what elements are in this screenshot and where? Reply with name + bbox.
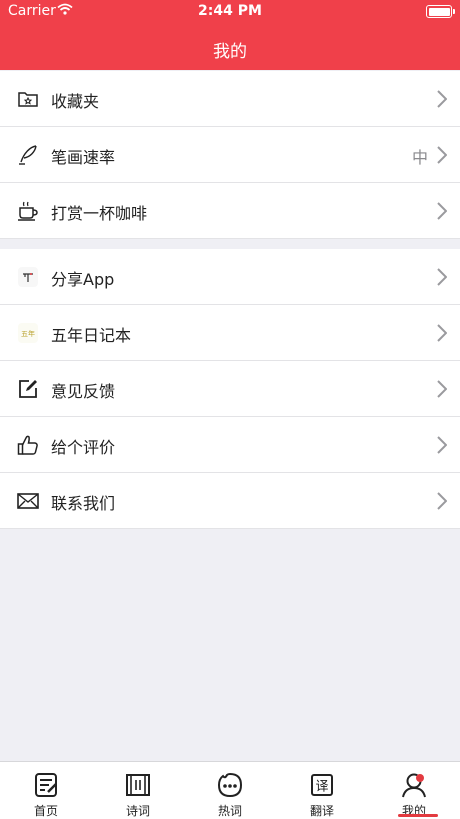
thumbs-up-icon — [17, 435, 38, 455]
chevron-right-icon — [437, 146, 447, 164]
chevron-right-icon — [437, 436, 447, 454]
translate-icon: 译 — [311, 774, 333, 796]
feedback-row[interactable]: 意见反馈 — [0, 361, 460, 417]
quill-pen-icon — [19, 145, 37, 165]
status-bar: Carrier 2:44 PM — [0, 0, 460, 24]
tab-poems-label: 诗词 — [125, 804, 150, 818]
diary-icon-text: 五年 — [21, 329, 35, 338]
person-icon — [402, 773, 426, 798]
tab-home[interactable]: 首页 — [0, 762, 92, 819]
settings-group-2: 分享App 五年 五年日记本 意见反馈 给个评价 联系我们 — [0, 249, 460, 529]
tab-hot-words[interactable]: 热词 — [184, 762, 276, 819]
contact-label: 联系我们 — [51, 494, 116, 513]
envelope-icon — [17, 493, 39, 509]
tab-translate-label: 翻译 — [309, 804, 334, 818]
favorites-label: 收藏夹 — [51, 92, 100, 111]
diary-app-icon: 五年 — [18, 323, 38, 343]
settings-group-1: 收藏夹 笔画速率 中 打赏一杯咖啡 — [0, 71, 460, 239]
tab-poems[interactable]: 诗词 — [92, 762, 184, 819]
clock: 2:44 PM — [198, 3, 262, 19]
chat-bubble-icon — [217, 772, 243, 798]
chevron-right-icon — [437, 90, 447, 108]
chevron-right-icon — [437, 202, 447, 220]
stroke-speed-value: 中 — [411, 148, 428, 167]
translate-icon-text: 译 — [315, 780, 328, 795]
diary-row[interactable]: 五年 五年日记本 — [0, 305, 460, 361]
diary-label: 五年日记本 — [51, 326, 132, 345]
tab-home-label: 首页 — [33, 804, 58, 818]
chevron-right-icon — [437, 268, 447, 286]
share-app-label: 分享App — [51, 270, 115, 289]
header: Carrier 2:44 PM 我的 — [0, 0, 460, 70]
chevron-right-icon — [437, 324, 447, 342]
battery-icon — [426, 5, 455, 18]
tab-mine[interactable]: 我的 — [368, 762, 460, 819]
coffee-cup-icon — [18, 201, 38, 221]
tip-coffee-label: 打赏一杯咖啡 — [51, 204, 148, 223]
rate-label: 给个评价 — [51, 438, 116, 457]
tab-hot-words-label: 热词 — [217, 804, 242, 818]
feedback-label: 意见反馈 — [51, 382, 116, 401]
tab-bar: 首页 诗词 热词 译 翻译 我的 — [0, 761, 460, 819]
contact-row[interactable]: 联系我们 — [0, 473, 460, 529]
stroke-speed-row[interactable]: 笔画速率 中 — [0, 127, 460, 183]
tab-translate[interactable]: 译 翻译 — [276, 762, 368, 819]
favorites-row[interactable]: 收藏夹 — [0, 71, 460, 127]
share-app-row[interactable]: 分享App — [0, 249, 460, 305]
folder-star-icon — [18, 92, 38, 107]
home-doc-icon — [35, 773, 57, 797]
edit-feedback-icon — [19, 380, 37, 398]
chevron-right-icon — [437, 492, 447, 510]
tip-coffee-row[interactable]: 打赏一杯咖啡 — [0, 183, 460, 239]
share-app-icon — [18, 267, 38, 287]
stroke-speed-label: 笔画速率 — [51, 148, 116, 167]
selected-tab-indicator — [398, 814, 438, 817]
scroll-icon — [126, 774, 150, 796]
page-title: 我的 — [213, 42, 247, 62]
rate-row[interactable]: 给个评价 — [0, 417, 460, 473]
chevron-right-icon — [437, 380, 447, 398]
